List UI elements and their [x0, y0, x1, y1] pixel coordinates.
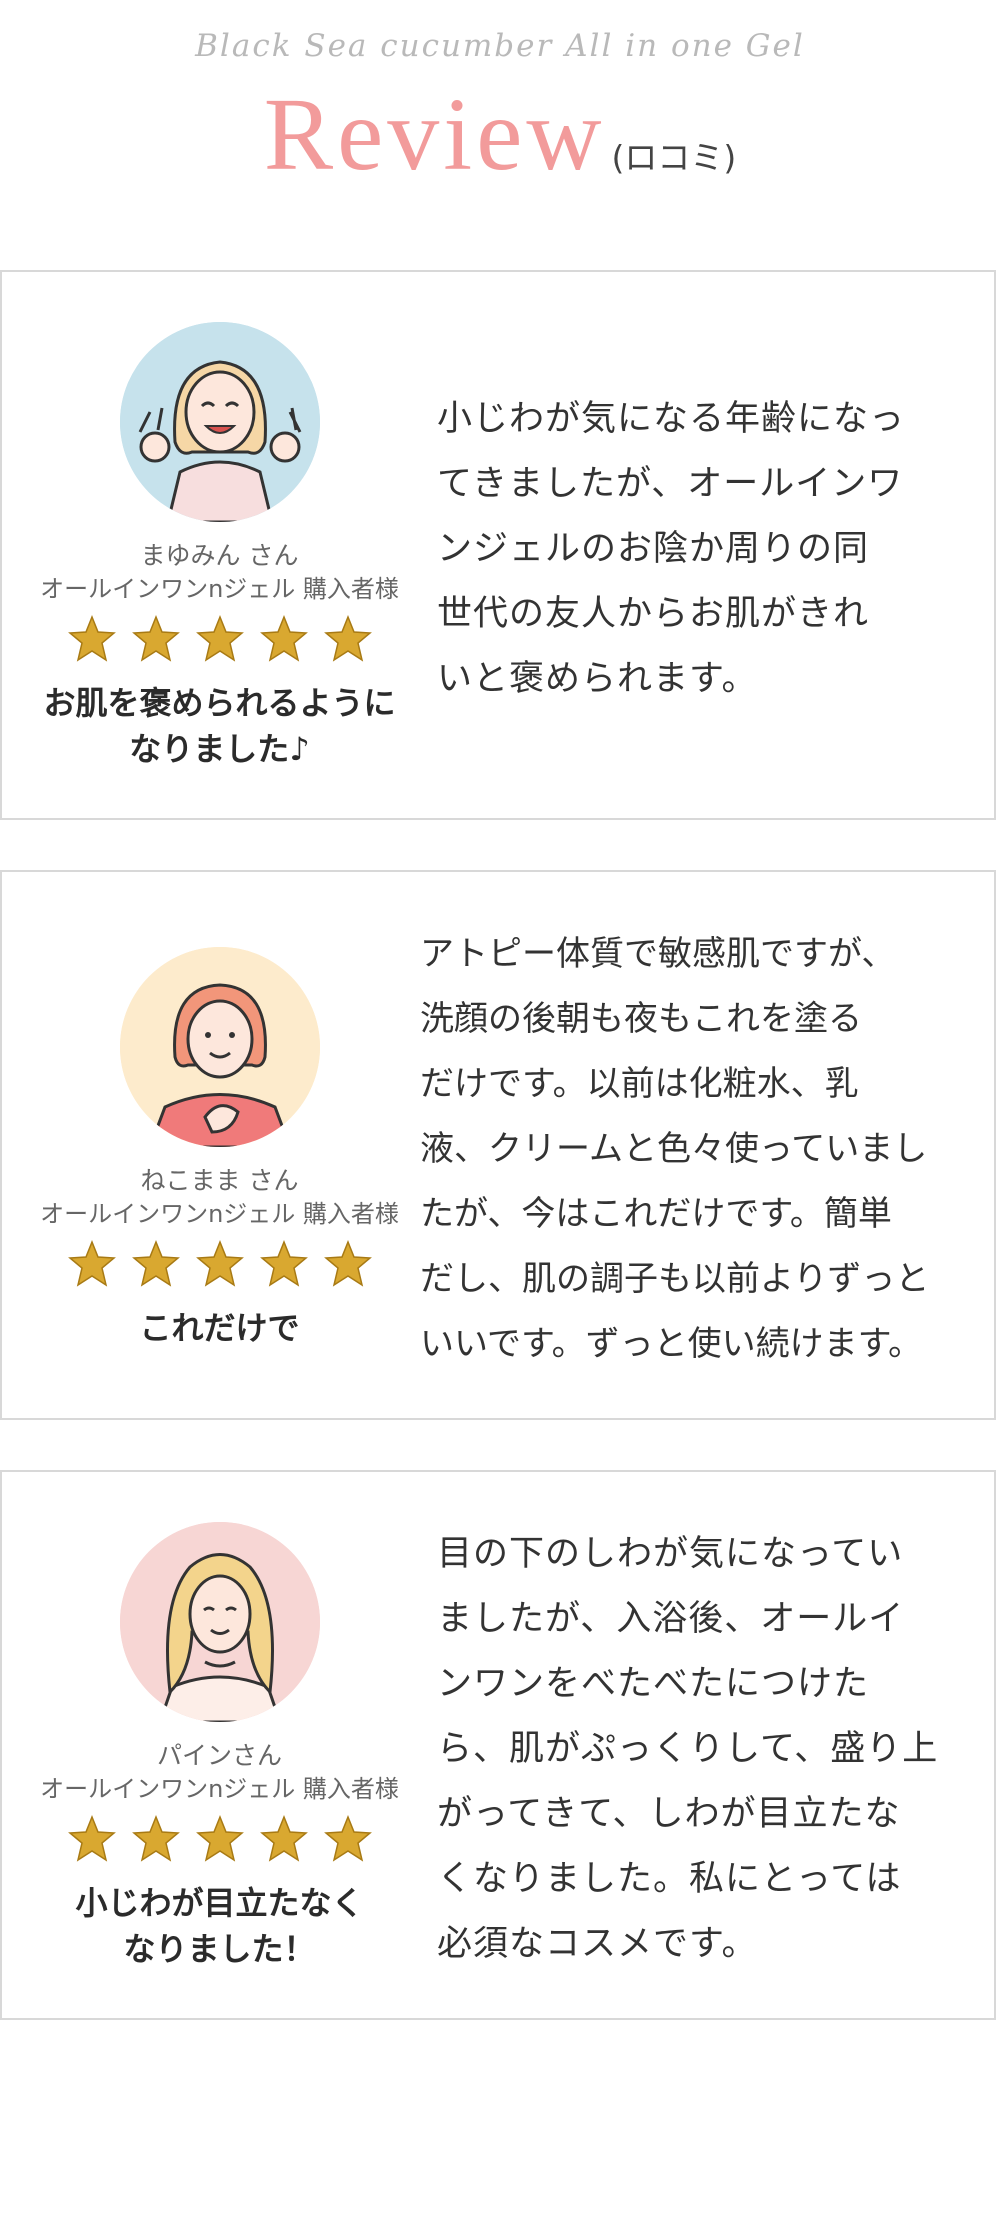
- reviewer-info: まゆみん さん オールインワンnジェル 購入者様 お肌を褒められるように なりま…: [2, 322, 437, 772]
- review-body-line: ら、肌がぷっくりして、盛り上: [437, 1729, 939, 1769]
- review-body-line: 液、クリームと色々使っていまし: [420, 1129, 928, 1169]
- reviewer-info: ねこまま さん オールインワンnジェル 購入者様 これだけで: [2, 947, 437, 1351]
- title-row: Review (ロコミ): [0, 75, 1000, 194]
- review-body-line: だし、肌の調子も以前よりずっと: [420, 1259, 930, 1299]
- review-body-line: だけです。以前は化粧水、乳: [420, 1064, 859, 1104]
- star-icon: [259, 1814, 308, 1862]
- page-header: Black Sea cucumber All in one Gel Review…: [0, 0, 1000, 192]
- star-icon: [67, 1239, 116, 1287]
- review-body-line: 目の下のしわが気になってい: [437, 1534, 904, 1574]
- page-title-suffix: (ロコミ): [611, 138, 737, 177]
- star-icon: [195, 1239, 244, 1287]
- rating-stars: [2, 614, 437, 674]
- rating-stars: [2, 1814, 437, 1874]
- review-card-1: まゆみん さん オールインワンnジェル 購入者様 お肌を褒められるように なりま…: [0, 270, 996, 820]
- reviewer-avatar: [119, 947, 320, 1147]
- reviewer-buyer-label: オールインワンnジェル 購入者様: [40, 575, 399, 603]
- star-icon: [323, 614, 372, 662]
- review-card-3: パインさん オールインワンnジェル 購入者様 小じわが目立たなく なりました！ …: [0, 1470, 996, 2020]
- review-body-line: ンジェルのお陰か周りの同: [437, 529, 870, 569]
- page-title: Review: [263, 77, 606, 192]
- review-headline-line: なりました♪: [129, 730, 310, 768]
- star-icon: [259, 1239, 308, 1287]
- star-icon: [195, 1814, 244, 1862]
- reviewer-avatar: [119, 322, 320, 522]
- review-headline: これだけで: [2, 1305, 437, 1351]
- review-body-line: たが、今はこれだけです。簡単: [420, 1194, 892, 1234]
- review-body-line: ましたが、入浴後、オールイ: [437, 1599, 905, 1639]
- star-icon: [195, 614, 244, 662]
- reviewer-buyer-label: オールインワンnジェル 購入者様: [40, 1200, 399, 1228]
- review-body: 小じわが気になる年齢になっ てきましたが、オールインワ ンジェルのお陰か周りの同…: [437, 387, 967, 712]
- reviewer-name: ねこまま さん: [140, 1166, 299, 1195]
- star-icon: [131, 614, 180, 662]
- review-body-line: てきましたが、オールインワ: [437, 464, 904, 504]
- review-body-line: くなりました。私にとっては: [437, 1859, 902, 1899]
- reviewer-name: パインさん: [156, 1741, 282, 1770]
- reviewer-info: パインさん オールインワンnジェル 購入者様 小じわが目立たなく なりました！: [2, 1522, 437, 1972]
- reviewer-avatar: [119, 1522, 320, 1722]
- star-icon: [67, 614, 116, 662]
- review-body-line: 必須なコスメです。: [437, 1924, 758, 1964]
- review-headline: お肌を褒められるように なりました♪: [2, 680, 437, 772]
- review-body-line: 小じわが気になる年齢になっ: [437, 399, 906, 439]
- review-card-2: ねこまま さん オールインワンnジェル 購入者様 これだけで アトピー体質で敏感…: [0, 870, 996, 1420]
- woman-hand-on-chest-illustration: [119, 947, 320, 1147]
- review-body-line: 洗顔の後朝も夜もこれを塗る: [420, 999, 862, 1039]
- star-icon: [323, 1239, 372, 1287]
- reviewer-buyer-label: オールインワンnジェル 購入者様: [40, 1775, 399, 1803]
- review-body: アトピー体質で敏感肌ですが、 洗顔の後朝も夜もこれを塗る だけです。以前は化粧水…: [420, 922, 980, 1377]
- review-body-line: 世代の友人からお肌がきれ: [437, 594, 870, 634]
- review-body: 目の下のしわが気になってい ましたが、入浴後、オールイ ンワンをべたべたにつけた…: [437, 1522, 967, 1977]
- review-body-line: がってきて、しわが目立たな: [437, 1794, 901, 1834]
- woman-ok-gesture-illustration: [119, 322, 320, 522]
- review-headline-line: これだけで: [139, 1309, 300, 1347]
- review-body-line: ンワンをべたべたにつけた: [437, 1664, 870, 1704]
- woman-long-hair-illustration: [119, 1522, 320, 1722]
- rating-stars: [2, 1239, 437, 1299]
- star-icon: [67, 1814, 116, 1862]
- review-headline-line: お肌を褒められるように: [43, 684, 396, 722]
- star-icon: [323, 1814, 372, 1862]
- review-body-line: いいです。ずっと使い続けます。: [420, 1324, 923, 1364]
- star-icon: [131, 1239, 180, 1287]
- review-headline-line: 小じわが目立たなく: [75, 1884, 364, 1922]
- review-body-line: いと褒められます。: [437, 659, 758, 699]
- header-subtitle: Black Sea cucumber All in one Gel: [195, 28, 805, 64]
- star-icon: [259, 614, 308, 662]
- review-headline-line: なりました！: [123, 1930, 316, 1968]
- review-body-line: アトピー体質で敏感肌ですが、: [420, 934, 896, 974]
- reviewer-name: まゆみん さん: [140, 541, 299, 570]
- star-icon: [131, 1814, 180, 1862]
- review-headline: 小じわが目立たなく なりました！: [2, 1880, 437, 1972]
